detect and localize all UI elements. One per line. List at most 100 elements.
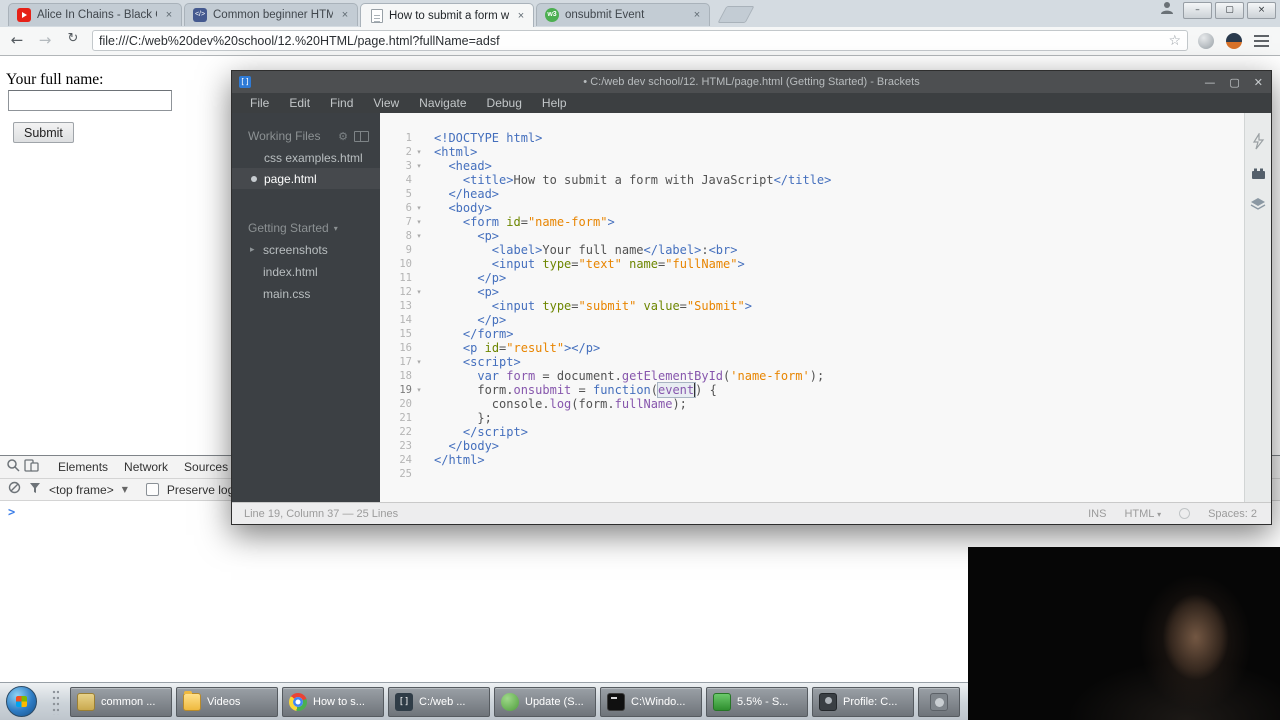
- back-button[interactable]: ←: [6, 31, 28, 49]
- layers-icon[interactable]: [1250, 197, 1266, 216]
- taskbar-button-profile[interactable]: Profile: C...: [812, 687, 914, 717]
- fold-arrow-icon[interactable]: ▾: [412, 145, 426, 159]
- fold-arrow-icon[interactable]: ▾: [412, 201, 426, 215]
- menu-edit[interactable]: Edit: [279, 93, 320, 113]
- editor-code[interactable]: <!DOCTYPE html> <html> <head> <title>How …: [428, 113, 1244, 502]
- split-view-icon[interactable]: [354, 130, 369, 142]
- profile-icon[interactable]: [1160, 1, 1174, 19]
- code-line[interactable]: <label>Your full name</label>:<br>: [434, 243, 1244, 257]
- code-line[interactable]: </p>: [434, 313, 1244, 327]
- language-selector[interactable]: HTML ▾: [1124, 508, 1161, 520]
- code-line[interactable]: <!DOCTYPE html>: [434, 131, 1244, 145]
- code-line[interactable]: <form id="name-form">: [434, 215, 1244, 229]
- device-toggle-icon[interactable]: [24, 458, 39, 477]
- fold-arrow-icon[interactable]: ▾: [412, 159, 426, 173]
- tab-close-icon[interactable]: ×: [163, 9, 175, 21]
- working-file-item[interactable]: page.html: [232, 168, 380, 189]
- brackets-minimize-button[interactable]: —: [1204, 76, 1215, 89]
- project-switcher[interactable]: Getting Started ▾: [232, 217, 380, 239]
- code-line[interactable]: <p>: [434, 229, 1244, 243]
- browser-menu-icon[interactable]: [1254, 35, 1269, 37]
- inspect-icon[interactable]: [6, 458, 20, 477]
- taskbar-button-gimp[interactable]: [918, 687, 960, 717]
- taskbar-button-archive[interactable]: common ...: [70, 687, 172, 717]
- browser-close-button[interactable]: ×: [1247, 1, 1276, 19]
- preserve-log-checkbox[interactable]: [145, 483, 159, 496]
- address-bar[interactable]: ☆: [92, 30, 1188, 51]
- tab-close-icon[interactable]: ×: [339, 9, 351, 21]
- menu-help[interactable]: Help: [532, 93, 577, 113]
- fold-arrow-icon[interactable]: ▾: [412, 355, 426, 369]
- code-line[interactable]: <p id="result"></p>: [434, 341, 1244, 355]
- brackets-maximize-button[interactable]: ▢: [1229, 76, 1239, 89]
- spaces-label[interactable]: Spaces: 2: [1208, 508, 1257, 520]
- menu-navigate[interactable]: Navigate: [409, 93, 476, 113]
- code-line[interactable]: var form = document.getElementById('name…: [434, 369, 1244, 383]
- code-line[interactable]: <body>: [434, 201, 1244, 215]
- code-line[interactable]: <input type="text" name="fullName">: [434, 257, 1244, 271]
- bookmark-star-icon[interactable]: ☆: [1168, 34, 1181, 48]
- menu-view[interactable]: View: [363, 93, 409, 113]
- code-line[interactable]: </p>: [434, 271, 1244, 285]
- taskbar-button-folder[interactable]: Videos: [176, 687, 278, 717]
- forward-button[interactable]: →: [34, 31, 56, 49]
- code-line[interactable]: <script>: [434, 355, 1244, 369]
- code-line[interactable]: form.onsubmit = function(event) {: [434, 382, 1244, 398]
- taskbar-button-cmd[interactable]: C:\Windo...: [600, 687, 702, 717]
- project-file-item[interactable]: index.html: [232, 261, 380, 283]
- code-line[interactable]: </html>: [434, 453, 1244, 467]
- project-folder-item[interactable]: ▸ screenshots: [232, 239, 380, 261]
- frame-selector[interactable]: <top frame>: [49, 483, 114, 497]
- extension-icon-1[interactable]: [1198, 33, 1214, 49]
- brackets-close-button[interactable]: ✕: [1254, 76, 1263, 89]
- browser-tab[interactable]: Alice In Chains - Black Giv ×: [8, 3, 182, 26]
- code-line[interactable]: console.log(form.fullName);: [434, 397, 1244, 411]
- browser-tab[interactable]: Common beginner HTML ×: [184, 3, 358, 26]
- code-line[interactable]: <title>How to submit a form with JavaScr…: [434, 173, 1244, 187]
- submit-button[interactable]: Submit: [13, 122, 74, 143]
- address-input[interactable]: [99, 33, 1169, 48]
- extension-icon-2[interactable]: [1226, 33, 1242, 49]
- browser-tab[interactable]: onsubmit Event ×: [536, 3, 710, 26]
- code-line[interactable]: </form>: [434, 327, 1244, 341]
- taskbar-button-progress[interactable]: 5.5% - S...: [706, 687, 808, 717]
- code-line[interactable]: <head>: [434, 159, 1244, 173]
- code-line[interactable]: [434, 467, 1244, 481]
- extension-manager-icon[interactable]: [1251, 167, 1266, 185]
- reload-button[interactable]: ↻: [62, 31, 84, 46]
- browser-minimize-button[interactable]: –: [1183, 1, 1212, 19]
- gear-icon[interactable]: ⚙: [338, 130, 348, 143]
- fold-arrow-icon[interactable]: ▾: [412, 383, 426, 397]
- start-button[interactable]: [6, 686, 37, 717]
- insert-mode-label[interactable]: INS: [1088, 508, 1106, 520]
- devtools-tab-sources[interactable]: Sources: [177, 456, 235, 478]
- code-editor[interactable]: 1 2 ▾ 3 ▾ 4 5 6 ▾ 7 ▾ 8 ▾ 9 10 11 12 ▾ 13 14 15 16 17 ▾ 18 19 ▾ 20 2…: [380, 113, 1244, 502]
- code-line[interactable]: };: [434, 411, 1244, 425]
- code-line[interactable]: <html>: [434, 145, 1244, 159]
- brackets-titlebar[interactable]: • C:/web dev school/12. HTML/page.html (…: [232, 71, 1271, 93]
- code-line[interactable]: <input type="submit" value="Submit">: [434, 299, 1244, 313]
- devtools-tab-network[interactable]: Network: [117, 456, 175, 478]
- browser-tab[interactable]: How to submit a form wit ×: [360, 3, 534, 27]
- menu-file[interactable]: File: [240, 93, 279, 113]
- taskbar-button-chrome[interactable]: How to s...: [282, 687, 384, 717]
- live-preview-icon[interactable]: [1251, 131, 1266, 155]
- fold-arrow-icon[interactable]: ▾: [412, 285, 426, 299]
- devtools-tab-elements[interactable]: Elements: [51, 456, 115, 478]
- code-line[interactable]: </head>: [434, 187, 1244, 201]
- tab-close-icon[interactable]: ×: [515, 10, 527, 22]
- project-file-item[interactable]: main.css: [232, 283, 380, 305]
- fold-arrow-icon[interactable]: ▾: [412, 215, 426, 229]
- working-file-item[interactable]: css examples.html: [232, 147, 380, 168]
- menu-find[interactable]: Find: [320, 93, 363, 113]
- code-line[interactable]: </body>: [434, 439, 1244, 453]
- lint-status-icon[interactable]: [1179, 508, 1191, 519]
- taskbar-button-brackets[interactable]: C:/web ...: [388, 687, 490, 717]
- browser-maximize-button[interactable]: ▢: [1215, 1, 1244, 19]
- code-line[interactable]: </script>: [434, 425, 1244, 439]
- filter-icon[interactable]: [29, 481, 41, 499]
- taskbar-button-update[interactable]: Update (S...: [494, 687, 596, 717]
- tab-close-icon[interactable]: ×: [691, 9, 703, 21]
- clear-console-icon[interactable]: [8, 481, 21, 499]
- fullname-input[interactable]: [8, 90, 172, 111]
